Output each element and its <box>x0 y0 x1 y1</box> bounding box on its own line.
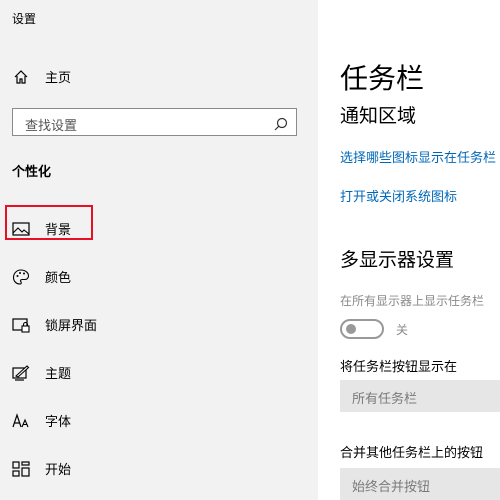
show-buttons-label: 将任务栏按钮显示在 <box>340 360 458 375</box>
sidebar-item-colors[interactable]: 颜色 <box>0 256 318 296</box>
combine-buttons-label: 合并其他任务栏上的按钮 <box>340 446 484 461</box>
show-buttons-dropdown[interactable]: 所有任务栏 <box>340 380 500 412</box>
dropdown-value: 所有任务栏 <box>352 392 418 407</box>
toggle-state-label: 关 <box>396 323 409 337</box>
sidebar-item-fonts[interactable]: 字体 <box>0 400 318 440</box>
sidebar-item-label: 颜色 <box>45 271 72 286</box>
sidebar-item-themes[interactable]: 主题 <box>0 352 318 392</box>
show-on-all-displays-toggle[interactable] <box>340 319 384 339</box>
combine-buttons-dropdown[interactable]: 始终合并按钮 <box>340 468 500 500</box>
multi-display-heading: 多显示器设置 <box>340 249 455 271</box>
sidebar-item-start[interactable]: 开始 <box>0 448 318 488</box>
selection-highlight <box>5 205 93 240</box>
sidebar-item-label: 主题 <box>45 367 72 382</box>
start-icon <box>12 460 30 478</box>
sidebar-item-home[interactable]: 主页 <box>0 56 318 96</box>
page-title: 任务栏 <box>340 62 425 95</box>
search-input[interactable]: 查找设置 <box>12 108 297 136</box>
toggle-knob <box>346 324 356 334</box>
search-placeholder: 查找设置 <box>25 119 78 134</box>
palette-icon <box>12 268 30 286</box>
sidebar-item-label: 锁屏界面 <box>45 319 98 334</box>
sidebar-item-label: 字体 <box>45 415 72 430</box>
main-content: 任务栏 通知区域 选择哪些图标显示在任务栏 打开或关闭系统图标 多显示器设置 在… <box>318 0 500 500</box>
home-icon <box>12 68 30 86</box>
font-icon <box>12 412 30 430</box>
sidebar: 设置 主页 查找设置 个性化 背景 颜色 锁屏界面 主题 字体 开始 <box>0 0 318 500</box>
window-title: 设置 <box>12 12 37 26</box>
section-title: 个性化 <box>12 165 52 180</box>
system-icons-link[interactable]: 打开或关闭系统图标 <box>340 186 457 205</box>
lock-screen-icon <box>12 316 30 334</box>
sidebar-item-label: 主页 <box>45 71 72 86</box>
show-on-all-displays-label: 在所有显示器上显示任务栏 <box>340 294 485 308</box>
theme-icon <box>12 364 30 382</box>
search-icon <box>274 116 288 131</box>
select-icons-link[interactable]: 选择哪些图标显示在任务栏 <box>340 147 496 166</box>
dropdown-value: 始终合并按钮 <box>352 480 431 495</box>
sidebar-item-label: 开始 <box>45 463 72 478</box>
notification-area-heading: 通知区域 <box>340 105 417 127</box>
sidebar-item-lock-screen[interactable]: 锁屏界面 <box>0 304 318 344</box>
